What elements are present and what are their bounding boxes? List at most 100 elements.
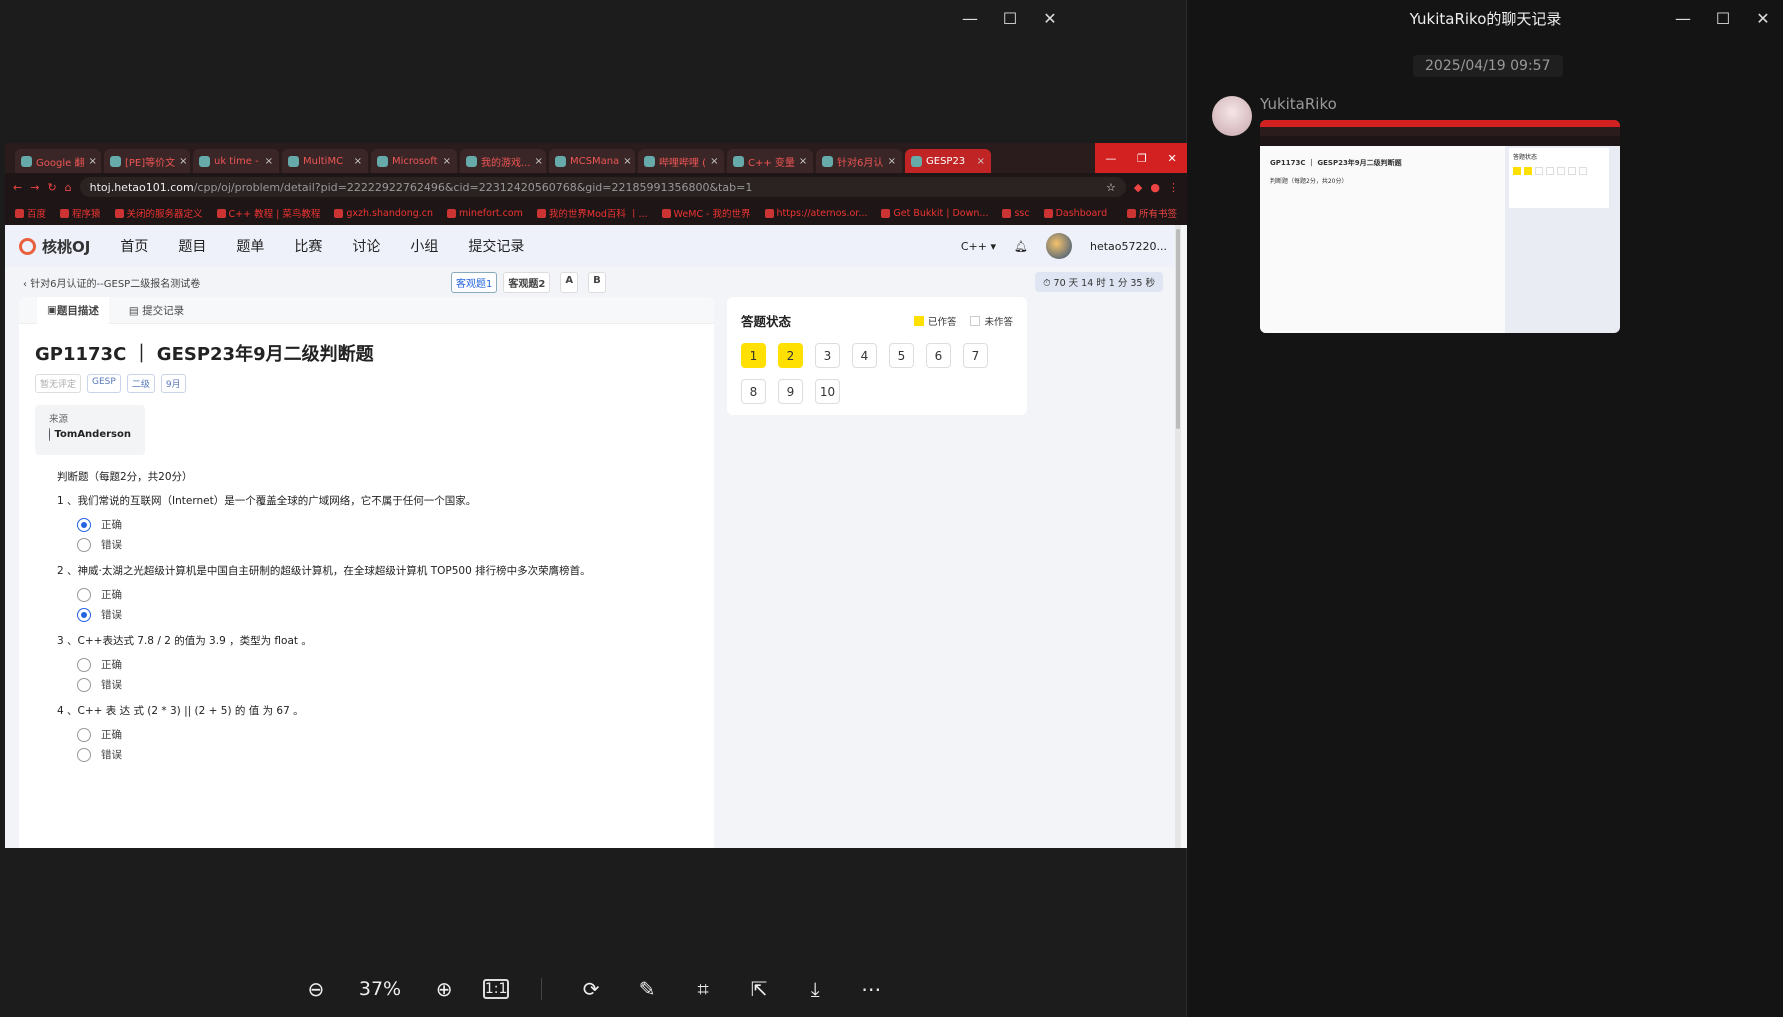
thumb-status-title: 答题状态 bbox=[1513, 154, 1538, 161]
rotate-icon[interactable]: ⟳ bbox=[574, 972, 608, 1006]
radio-icon[interactable] bbox=[77, 517, 91, 532]
radio-icon[interactable] bbox=[77, 657, 91, 672]
page-scrollbar[interactable] bbox=[1175, 225, 1181, 848]
option-false[interactable]: 错误 bbox=[77, 607, 676, 622]
image-message-thumbnail[interactable]: GP1173C ｜ GESP23年9月二级判断题 判断题（每题2分，共20分） … bbox=[1260, 120, 1620, 333]
browser-tab: C++ 变量 × bbox=[727, 149, 813, 173]
option-true[interactable]: 正确 bbox=[77, 517, 676, 532]
todo-swatch-icon bbox=[970, 315, 981, 326]
radio-icon[interactable] bbox=[77, 677, 91, 692]
nav-item[interactable]: 题单 bbox=[236, 236, 264, 256]
option-true[interactable]: 正确 bbox=[77, 657, 676, 672]
nav-item[interactable]: 讨论 bbox=[352, 236, 380, 256]
option-true[interactable]: 正确 bbox=[77, 587, 676, 602]
answer-cell[interactable]: 10 bbox=[815, 379, 840, 404]
zoom-out-icon[interactable]: ⊖ bbox=[299, 972, 333, 1006]
download-icon[interactable]: ⤓ bbox=[798, 972, 832, 1006]
radio-icon[interactable] bbox=[77, 727, 91, 742]
ocr-icon[interactable]: ⌗ bbox=[686, 972, 720, 1006]
answer-cell[interactable]: 6 bbox=[926, 343, 951, 368]
option-false[interactable]: 错误 bbox=[77, 677, 676, 692]
share-icon[interactable]: ⇱ bbox=[742, 972, 776, 1006]
tab-submissions[interactable]: ▤ 提交记录 bbox=[129, 303, 184, 318]
problem-title: GP1173C ｜ GESP23年9月二级判断题 bbox=[35, 344, 374, 365]
close-icon: × bbox=[798, 155, 808, 167]
bookmarks-folder: 所有书签 bbox=[1127, 206, 1177, 220]
scrollbar-thumb[interactable] bbox=[1176, 229, 1180, 429]
radio-icon[interactable] bbox=[77, 537, 91, 552]
thumb-status: 答题状态 bbox=[1509, 148, 1609, 208]
legend-done: 已作答 bbox=[913, 314, 956, 328]
zoom-in-icon[interactable]: ⊕ bbox=[427, 972, 461, 1006]
favicon-icon bbox=[822, 155, 833, 167]
tab-description[interactable]: ▣ 题目描述 bbox=[37, 297, 109, 324]
bookmark-item: gxzh.shandong.cn bbox=[334, 208, 433, 219]
edit-icon[interactable]: ✎ bbox=[630, 972, 664, 1006]
breadcrumb[interactable]: ‹ 针对6月认证的--GESP二级报名测试卷 bbox=[23, 275, 200, 290]
radio-icon[interactable] bbox=[77, 607, 91, 622]
browser-tab-label: MultiMC bbox=[303, 155, 344, 167]
answer-status-panel: 答题状态 已作答 未作答 1 2 3 4 5 6 7 8 9 10 bbox=[727, 297, 1027, 415]
favicon-icon bbox=[21, 155, 32, 167]
answer-cell[interactable]: 7 bbox=[963, 343, 988, 368]
toolbar-divider bbox=[541, 977, 543, 1000]
language-select[interactable]: C++ ▾ bbox=[961, 240, 996, 253]
close-icon[interactable]: ✕ bbox=[1030, 8, 1070, 28]
pill-b[interactable]: B bbox=[588, 271, 606, 293]
thumb-title: GP1173C ｜ GESP23年9月二级判断题 bbox=[1270, 159, 1402, 167]
nav-item[interactable]: 比赛 bbox=[294, 236, 322, 256]
more-icon[interactable]: ⋯ bbox=[854, 972, 888, 1006]
minimize-icon[interactable]: — bbox=[950, 8, 990, 28]
favicon-icon bbox=[911, 155, 922, 167]
avatar[interactable] bbox=[1045, 233, 1072, 259]
close-icon: ✕ bbox=[1167, 151, 1177, 165]
option-false[interactable]: 错误 bbox=[77, 537, 676, 552]
favicon-icon bbox=[644, 155, 655, 167]
pill-a[interactable]: A bbox=[560, 271, 579, 293]
pill-objective-2[interactable]: 客观题2 bbox=[503, 271, 551, 293]
answer-cell[interactable]: 9 bbox=[778, 379, 803, 404]
nav-item[interactable]: 小组 bbox=[410, 236, 438, 256]
browser-tab: [PE]等价文 × bbox=[104, 149, 190, 173]
viewer-toolbar: ⊖ 37% ⊕ 1:1 ⟳ ✎ ⌗ ⇱ ⤓ ⋯ bbox=[0, 960, 1187, 1017]
answer-cell[interactable]: 1 bbox=[741, 343, 766, 368]
answer-cell[interactable]: 5 bbox=[889, 343, 914, 368]
browser-tab: MultiMC × bbox=[282, 149, 368, 173]
nav-item[interactable]: 题目 bbox=[178, 236, 206, 256]
minimize-icon[interactable]: — bbox=[1663, 8, 1703, 28]
actual-size-icon[interactable]: 1:1 bbox=[483, 978, 510, 999]
avatar[interactable] bbox=[1212, 96, 1252, 136]
thumb-content: GP1173C ｜ GESP23年9月二级判断题 判断题（每题2分，共20分） bbox=[1260, 146, 1505, 333]
close-icon[interactable]: ✕ bbox=[1743, 8, 1783, 28]
radio-icon[interactable] bbox=[77, 587, 91, 602]
option-false[interactable]: 错误 bbox=[77, 747, 676, 762]
radio-icon[interactable] bbox=[77, 747, 91, 762]
chat-window-controls: — ☐ ✕ bbox=[1663, 8, 1783, 28]
nav-item[interactable]: 提交记录 bbox=[468, 236, 524, 256]
site-logo[interactable]: 核桃OJ bbox=[19, 236, 90, 257]
answer-cell[interactable]: 2 bbox=[778, 343, 803, 368]
timer-text: 70 天 14 时 1 分 35 秒 bbox=[1053, 278, 1155, 289]
legend-todo: 未作答 bbox=[970, 314, 1013, 328]
thumb-cell bbox=[1524, 167, 1532, 175]
username[interactable]: hetao57220... bbox=[1090, 240, 1167, 253]
answer-cell[interactable]: 3 bbox=[815, 343, 840, 368]
option-true[interactable]: 正确 bbox=[77, 727, 676, 742]
bookmarks-bar: 百度 程序猿 关闭的服务器定义 C++ 教程 | 菜鸟教程 gxzh.shandong.… bbox=[5, 201, 1187, 225]
nav-item[interactable]: 首页 bbox=[120, 236, 148, 256]
answer-status-header: 答题状态 已作答 未作答 bbox=[741, 311, 1013, 330]
restore-icon: ❐ bbox=[1136, 151, 1147, 165]
option-label: 正确 bbox=[101, 589, 122, 601]
tab-description-label: 题目描述 bbox=[56, 304, 99, 317]
maximize-icon[interactable]: ☐ bbox=[1703, 8, 1743, 28]
close-icon: × bbox=[976, 155, 985, 167]
bookmark-item: WeMC - 我的世界 bbox=[662, 206, 751, 220]
bookmark-item: 百度 bbox=[15, 206, 46, 220]
answer-cell[interactable]: 8 bbox=[741, 379, 766, 404]
pill-objective-1[interactable]: 客观题1 bbox=[451, 271, 498, 293]
source-user[interactable]: TomAnderson bbox=[49, 428, 131, 441]
maximize-icon[interactable]: ☐ bbox=[990, 8, 1030, 28]
answer-cell[interactable]: 4 bbox=[852, 343, 877, 368]
bell-icon[interactable]: 🔔︎ bbox=[1014, 240, 1028, 253]
bookmark-item: https://aternos.or... bbox=[765, 208, 868, 219]
